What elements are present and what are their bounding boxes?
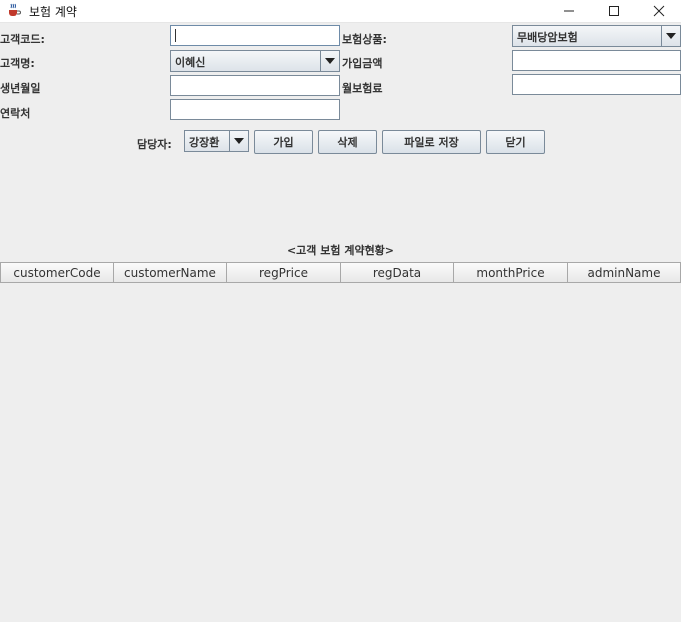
birth-date-field[interactable] [170, 75, 340, 96]
contract-status-title: <고객 보험 계약현황> [286, 244, 395, 257]
minimize-icon [564, 10, 574, 12]
customer-code-field[interactable] [170, 25, 340, 46]
insurance-product-value: 무배당암보험 [517, 31, 578, 44]
column-header-admin-name[interactable]: adminName [568, 262, 681, 283]
join-amount-label: 가입금액 [342, 57, 383, 70]
close-icon [653, 5, 665, 17]
join-button[interactable]: 가입 [254, 130, 313, 154]
table-body[interactable] [0, 283, 681, 622]
chevron-down-icon[interactable] [229, 131, 248, 151]
insurance-product-label: 보험상품: [342, 33, 387, 46]
window-title: 보험 계약 [29, 5, 77, 19]
column-header-customer-code[interactable]: customerCode [0, 262, 114, 283]
manager-label: 담당자: [137, 138, 172, 151]
delete-button[interactable]: 삭제 [318, 130, 377, 154]
column-header-reg-price[interactable]: regPrice [227, 262, 341, 283]
chevron-down-icon[interactable] [661, 26, 680, 46]
contact-field[interactable] [170, 99, 340, 120]
close-button[interactable] [636, 0, 681, 22]
chevron-down-icon[interactable] [320, 51, 339, 71]
customer-name-value: 이혜신 [175, 56, 206, 69]
monthly-premium-field[interactable] [512, 74, 681, 95]
customer-code-label: 고객코드: [0, 33, 45, 46]
maximize-button[interactable] [591, 0, 637, 22]
monthly-premium-label: 월보험료 [342, 82, 383, 95]
column-header-month-price[interactable]: monthPrice [454, 262, 568, 283]
contact-label: 연락처 [0, 107, 31, 120]
save-to-file-button[interactable]: 파일로 저장 [382, 130, 481, 154]
join-amount-field[interactable] [512, 50, 681, 71]
minimize-button[interactable] [546, 0, 592, 22]
title-bar: 보험 계약 [0, 0, 681, 23]
column-header-customer-name[interactable]: customerName [114, 262, 227, 283]
close-dialog-button[interactable]: 닫기 [486, 130, 545, 154]
birth-date-label: 생년월일 [0, 82, 41, 95]
java-cup-icon [6, 2, 22, 18]
maximize-icon [609, 6, 619, 16]
customer-name-combo[interactable]: 이혜신 [170, 50, 340, 72]
manager-combo[interactable]: 강장환 [184, 130, 249, 152]
customer-name-label: 고객명: [0, 57, 35, 70]
table-header: customerCode customerName regPrice regDa… [0, 262, 681, 283]
column-header-reg-data[interactable]: regData [341, 262, 454, 283]
insurance-product-combo[interactable]: 무배당암보험 [512, 25, 681, 47]
text-caret [175, 29, 176, 42]
manager-value: 강장환 [189, 136, 220, 149]
